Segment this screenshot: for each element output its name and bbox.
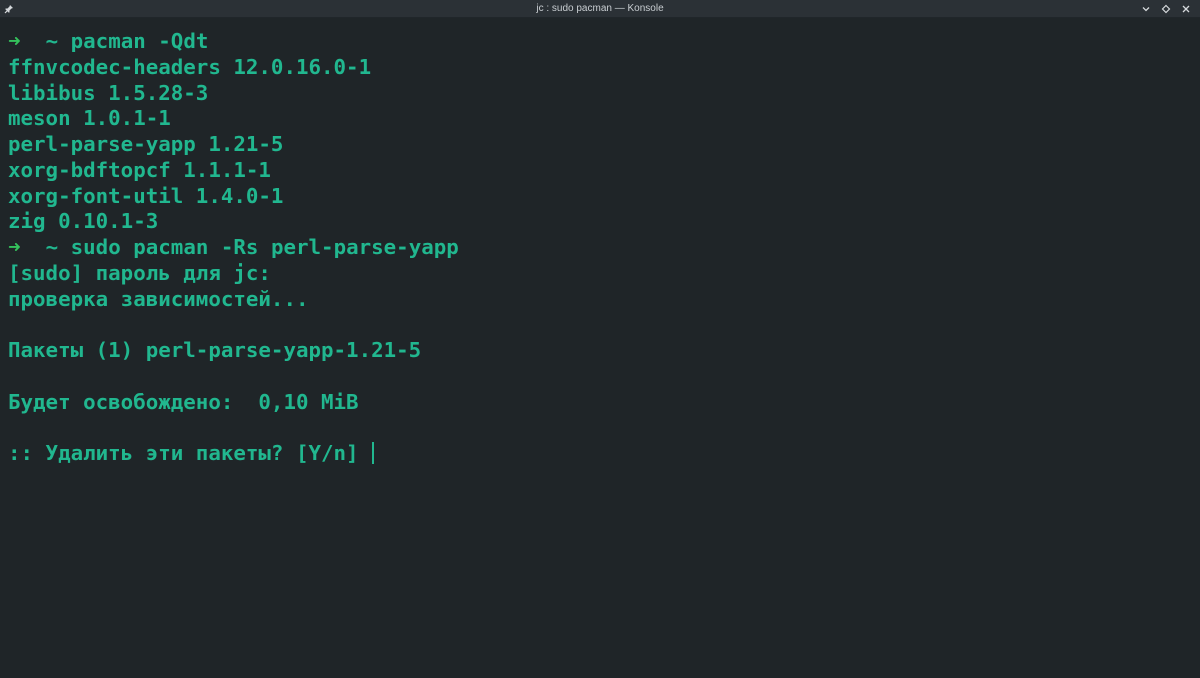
- output-text: meson 1.0.1-1: [8, 106, 171, 131]
- close-icon: [1182, 5, 1190, 13]
- konsole-window: jc : sudo pacman — Konsole ➜ ~ pacman -Q…: [0, 0, 1200, 678]
- output-text: perl-parse-yapp 1.21-5: [8, 132, 284, 156]
- output-text: libibus 1.5.28-3: [8, 80, 209, 105]
- confirm-prompt-line: :: Удалить эти пакеты? [Y/n]: [8, 441, 1200, 467]
- output-line: проверка зависимостей...: [8, 287, 1200, 313]
- window-controls: [1136, 0, 1196, 18]
- output-text: Пакеты (1) perl-parse-yapp-1.21-5: [8, 338, 422, 362]
- output-line: Будет освобождено: 0,10 MiB: [8, 390, 1200, 416]
- prompt-cwd: ~: [45, 29, 59, 53]
- prompt-cwd: ~: [45, 235, 59, 259]
- text-cursor[interactable]: [372, 442, 375, 464]
- output-line: [sudo] пароль для jc:: [8, 261, 1200, 287]
- output-line: perl-parse-yapp 1.21-5: [8, 132, 1200, 158]
- output-text: проверка зависимостей...: [8, 286, 309, 311]
- output-line: meson 1.0.1-1: [8, 106, 1200, 132]
- minimize-button[interactable]: [1136, 0, 1156, 18]
- maximize-button[interactable]: [1156, 0, 1176, 18]
- command-text: pacman -Qdt: [70, 29, 209, 53]
- chevron-down-icon: [1142, 7, 1150, 12]
- maximize-icon: [1161, 4, 1171, 14]
- prompt-arrow-icon: ➜: [8, 29, 21, 53]
- output-text: [sudo] пароль для jc:: [8, 260, 271, 285]
- output-text: ffnvcodec-headers 12.0.16.0-1: [8, 54, 372, 79]
- output-text: xorg-font-util 1.4.0-1: [8, 183, 284, 208]
- confirm-prompt-text: :: Удалить эти пакеты? [Y/n]: [8, 441, 372, 465]
- title-bar[interactable]: jc : sudo pacman — Konsole: [0, 0, 1200, 18]
- output-line: libibus 1.5.28-3: [8, 81, 1200, 107]
- output-line: zig 0.10.1-3: [8, 209, 1200, 235]
- output-line: xorg-font-util 1.4.0-1: [8, 184, 1200, 210]
- output-text: zig 0.10.1-3: [8, 209, 159, 234]
- close-button[interactable]: [1176, 0, 1196, 18]
- window-title: jc : sudo pacman — Konsole: [536, 3, 664, 14]
- output-line: ffnvcodec-headers 12.0.16.0-1: [8, 55, 1200, 81]
- prompt-line: ➜ ~ sudo pacman -Rs perl-parse-yapp: [8, 235, 1200, 261]
- prompt-line: ➜ ~ pacman -Qdt: [8, 29, 1200, 55]
- terminal-output[interactable]: ➜ ~ pacman -Qdt ffnvcodec-headers 12.0.16…: [0, 18, 1200, 678]
- output-text: Будет освобождено: 0,10 MiB: [8, 389, 359, 414]
- output-line: xorg-bdftopcf 1.1.1-1: [8, 158, 1200, 184]
- output-line: Пакеты (1) perl-parse-yapp-1.21-5: [8, 338, 1200, 364]
- output-text: xorg-bdftopcf 1.1.1-1: [8, 157, 271, 182]
- command-text: sudo pacman -Rs perl-parse-yapp: [70, 235, 459, 259]
- prompt-arrow-icon: ➜: [8, 235, 21, 259]
